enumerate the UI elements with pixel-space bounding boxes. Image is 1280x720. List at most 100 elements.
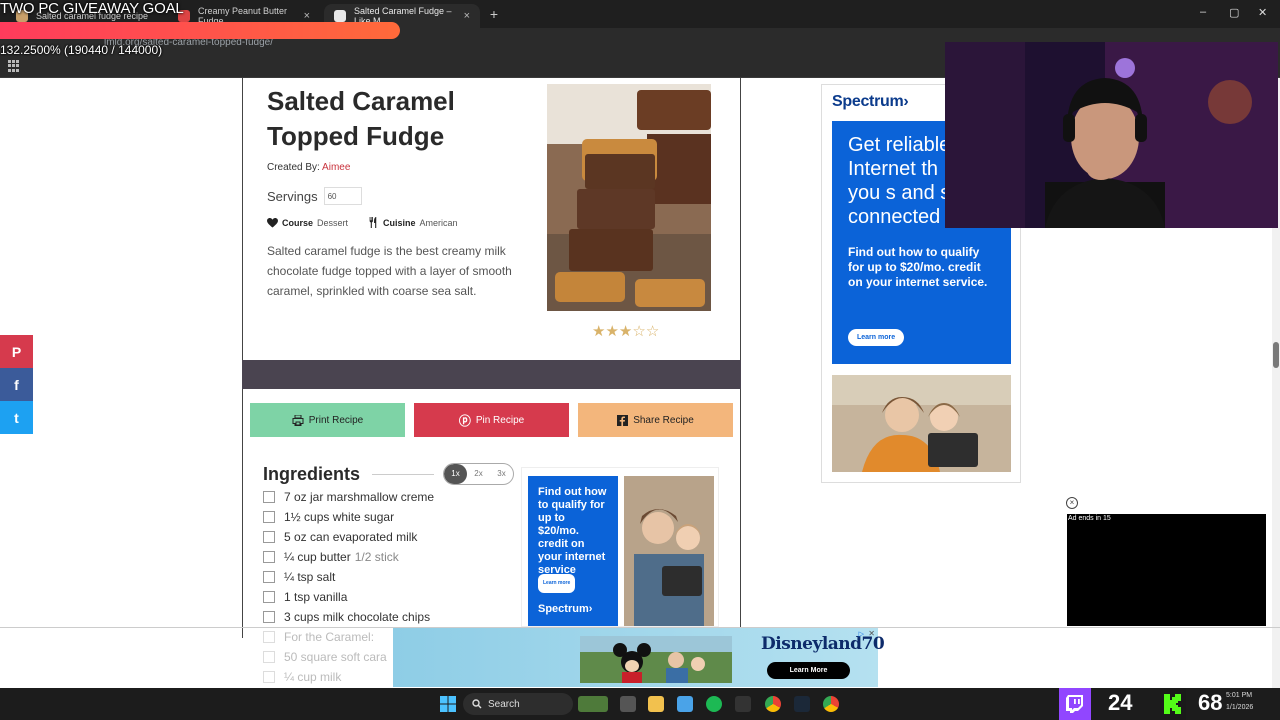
recipe-description: Salted caramel fudge is the best creamy … bbox=[267, 244, 512, 298]
notes-app-icon[interactable] bbox=[677, 696, 693, 712]
scale-1x-button[interactable]: 1x bbox=[444, 464, 467, 484]
clock-date[interactable]: 1/1/2026 bbox=[1226, 704, 1253, 711]
ingredient-text: 3 cups milk chocolate chips bbox=[284, 610, 431, 624]
servings-input[interactable]: 60 bbox=[323, 187, 362, 205]
taskbar-search-label: Search bbox=[488, 698, 520, 710]
disneyland-learn-more-button[interactable]: Learn More bbox=[767, 662, 850, 679]
scale-2x-button[interactable]: 2x bbox=[467, 464, 490, 484]
kick-viewer-count: 68 bbox=[1198, 690, 1223, 715]
author-link[interactable]: Aimee bbox=[322, 162, 350, 173]
chrome-icon[interactable] bbox=[765, 696, 781, 712]
ingredient-checkbox[interactable] bbox=[263, 631, 275, 643]
anchor-ad-close-button[interactable]: ✕ bbox=[868, 629, 875, 638]
course-label: Course bbox=[282, 217, 314, 228]
ingredient-checkbox[interactable] bbox=[263, 611, 275, 623]
star-icon[interactable]: ★ bbox=[605, 323, 618, 340]
share-recipe-label: Share Recipe bbox=[633, 414, 694, 426]
ingredient-checkbox[interactable] bbox=[263, 531, 275, 543]
servings-label: Servings bbox=[267, 188, 318, 204]
social-facebook-button[interactable]: f bbox=[0, 368, 33, 401]
scale-3x-button[interactable]: 3x bbox=[490, 464, 513, 484]
maximize-button[interactable]: ▢ bbox=[1229, 6, 1239, 19]
inline-ad-brand: Spectrum› bbox=[538, 603, 593, 615]
inline-ad-photo bbox=[624, 476, 714, 626]
recipe-scale-selector: 1x 2x 3x bbox=[443, 463, 514, 485]
hud-fx-icon[interactable] bbox=[735, 696, 751, 712]
ad-ends-countdown: Ad ends in 15 bbox=[1068, 515, 1111, 522]
giveaway-goal-percent: 132.2500% (190440 / 144000) bbox=[0, 43, 163, 57]
new-tab-button[interactable]: + bbox=[486, 6, 502, 22]
pinterest-icon: P bbox=[11, 343, 22, 360]
video-ad-close-button[interactable]: × bbox=[1066, 497, 1078, 509]
taskbar-search[interactable]: Search bbox=[463, 693, 573, 715]
adchoices-icon[interactable]: ▷ bbox=[859, 630, 864, 638]
taskbar-widget-icon[interactable] bbox=[578, 696, 608, 712]
close-window-button[interactable]: ✕ bbox=[1258, 6, 1267, 19]
ingredients-heading: Ingredients bbox=[263, 464, 361, 484]
cuisine-value: American bbox=[419, 217, 458, 228]
side-ad-subtext: Find out how to qualify for up to $20/mo… bbox=[848, 245, 988, 289]
minimize-button[interactable]: – bbox=[1200, 6, 1206, 18]
ingredient-text: 5 oz can evaporated milk bbox=[284, 530, 418, 544]
recipe-rating[interactable]: ★★★☆☆ bbox=[592, 322, 659, 340]
ingredient-checkbox[interactable] bbox=[263, 511, 275, 523]
fudge-photo bbox=[547, 84, 711, 311]
star-icon[interactable]: ★ bbox=[619, 323, 632, 340]
ingredient-row: ¼ tsp salt bbox=[263, 567, 513, 587]
clock-time[interactable]: 5:01 PM bbox=[1226, 692, 1252, 699]
side-ad-photo bbox=[832, 375, 1011, 472]
servings: Servings 60 bbox=[267, 187, 362, 205]
ingredient-text: ¼ cup milk bbox=[284, 670, 342, 684]
scrollbar-thumb[interactable] bbox=[1273, 342, 1279, 368]
ingredient-checkbox[interactable] bbox=[263, 491, 275, 503]
ingredient-checkbox[interactable] bbox=[263, 551, 275, 563]
steam-icon[interactable] bbox=[794, 696, 810, 712]
utensils-icon bbox=[369, 217, 377, 228]
ingredient-text: 7 oz jar marshmallow creme bbox=[284, 490, 435, 504]
pin-recipe-label: Pin Recipe bbox=[475, 414, 525, 426]
inline-spectrum-ad[interactable]: Find out how to qualify for up to $20/mo… bbox=[521, 467, 719, 627]
recipe-meta: Course Dessert Cuisine American bbox=[267, 217, 458, 228]
ingredient-checkbox[interactable] bbox=[263, 651, 275, 663]
tab-close-icon[interactable]: × bbox=[464, 10, 470, 22]
twitter-icon: t bbox=[14, 409, 19, 426]
spotify-icon[interactable] bbox=[706, 696, 722, 712]
cuisine-label: Cuisine bbox=[383, 217, 416, 228]
tab-favicon-icon bbox=[334, 10, 346, 22]
video-ad-player[interactable]: Ad ends in 15 bbox=[1067, 514, 1266, 626]
disneyland-anchor-ad[interactable]: Disneyland70 Learn More ▷ ✕ bbox=[393, 628, 885, 687]
social-pinterest-button[interactable]: P bbox=[0, 335, 33, 368]
windows-start-icon[interactable] bbox=[440, 696, 456, 712]
ingredient-checkbox[interactable] bbox=[263, 591, 275, 603]
ingredient-row: 7 oz jar marshmallow creme bbox=[263, 487, 513, 507]
ingredient-checkbox[interactable] bbox=[263, 571, 275, 583]
recipe-title: Salted Caramel Topped Fudge bbox=[267, 86, 455, 151]
apps-grid-icon[interactable] bbox=[8, 60, 20, 72]
tab-close-icon[interactable]: × bbox=[304, 10, 310, 22]
share-recipe-button[interactable]: Share Recipe bbox=[578, 403, 733, 437]
pin-recipe-button[interactable]: ⓟ Pin Recipe bbox=[414, 403, 569, 437]
ingredient-text: ¼ tsp salt bbox=[284, 570, 336, 584]
star-outline-icon[interactable]: ☆ bbox=[632, 323, 645, 340]
ingredient-checkbox[interactable] bbox=[263, 671, 275, 683]
chrome-icon[interactable] bbox=[823, 696, 839, 712]
side-ad-learn-more-button[interactable]: Learn more bbox=[848, 329, 905, 346]
task-view-icon[interactable] bbox=[620, 696, 636, 712]
inline-ad-learn-more-button[interactable]: Learn more bbox=[538, 574, 576, 593]
social-twitter-button[interactable]: t bbox=[0, 401, 33, 434]
ingredient-text: ¼ cup butter bbox=[284, 550, 351, 564]
star-outline-icon[interactable]: ☆ bbox=[646, 323, 659, 340]
search-icon bbox=[472, 699, 482, 709]
ingredient-text: 50 square soft cara bbox=[284, 650, 387, 664]
created-by-label: Created By: bbox=[267, 162, 320, 173]
star-icon[interactable]: ★ bbox=[592, 323, 605, 340]
course-value: Dessert bbox=[317, 217, 349, 228]
ingredient-row: ¼ cup butter 1/2 stick bbox=[263, 547, 513, 567]
disneyland-logo: Disneyland70 bbox=[761, 634, 885, 654]
print-recipe-button[interactable]: Print Recipe bbox=[250, 403, 405, 437]
file-explorer-icon[interactable] bbox=[648, 696, 664, 712]
recipe-author-line: Created By: Aimee bbox=[267, 162, 350, 173]
giveaway-goal-progress-bar bbox=[0, 22, 400, 39]
inline-ad-headline: Find out how to qualify for up to $20/mo… bbox=[538, 486, 607, 576]
ingredient-section-label: For the Caramel: bbox=[284, 630, 375, 644]
